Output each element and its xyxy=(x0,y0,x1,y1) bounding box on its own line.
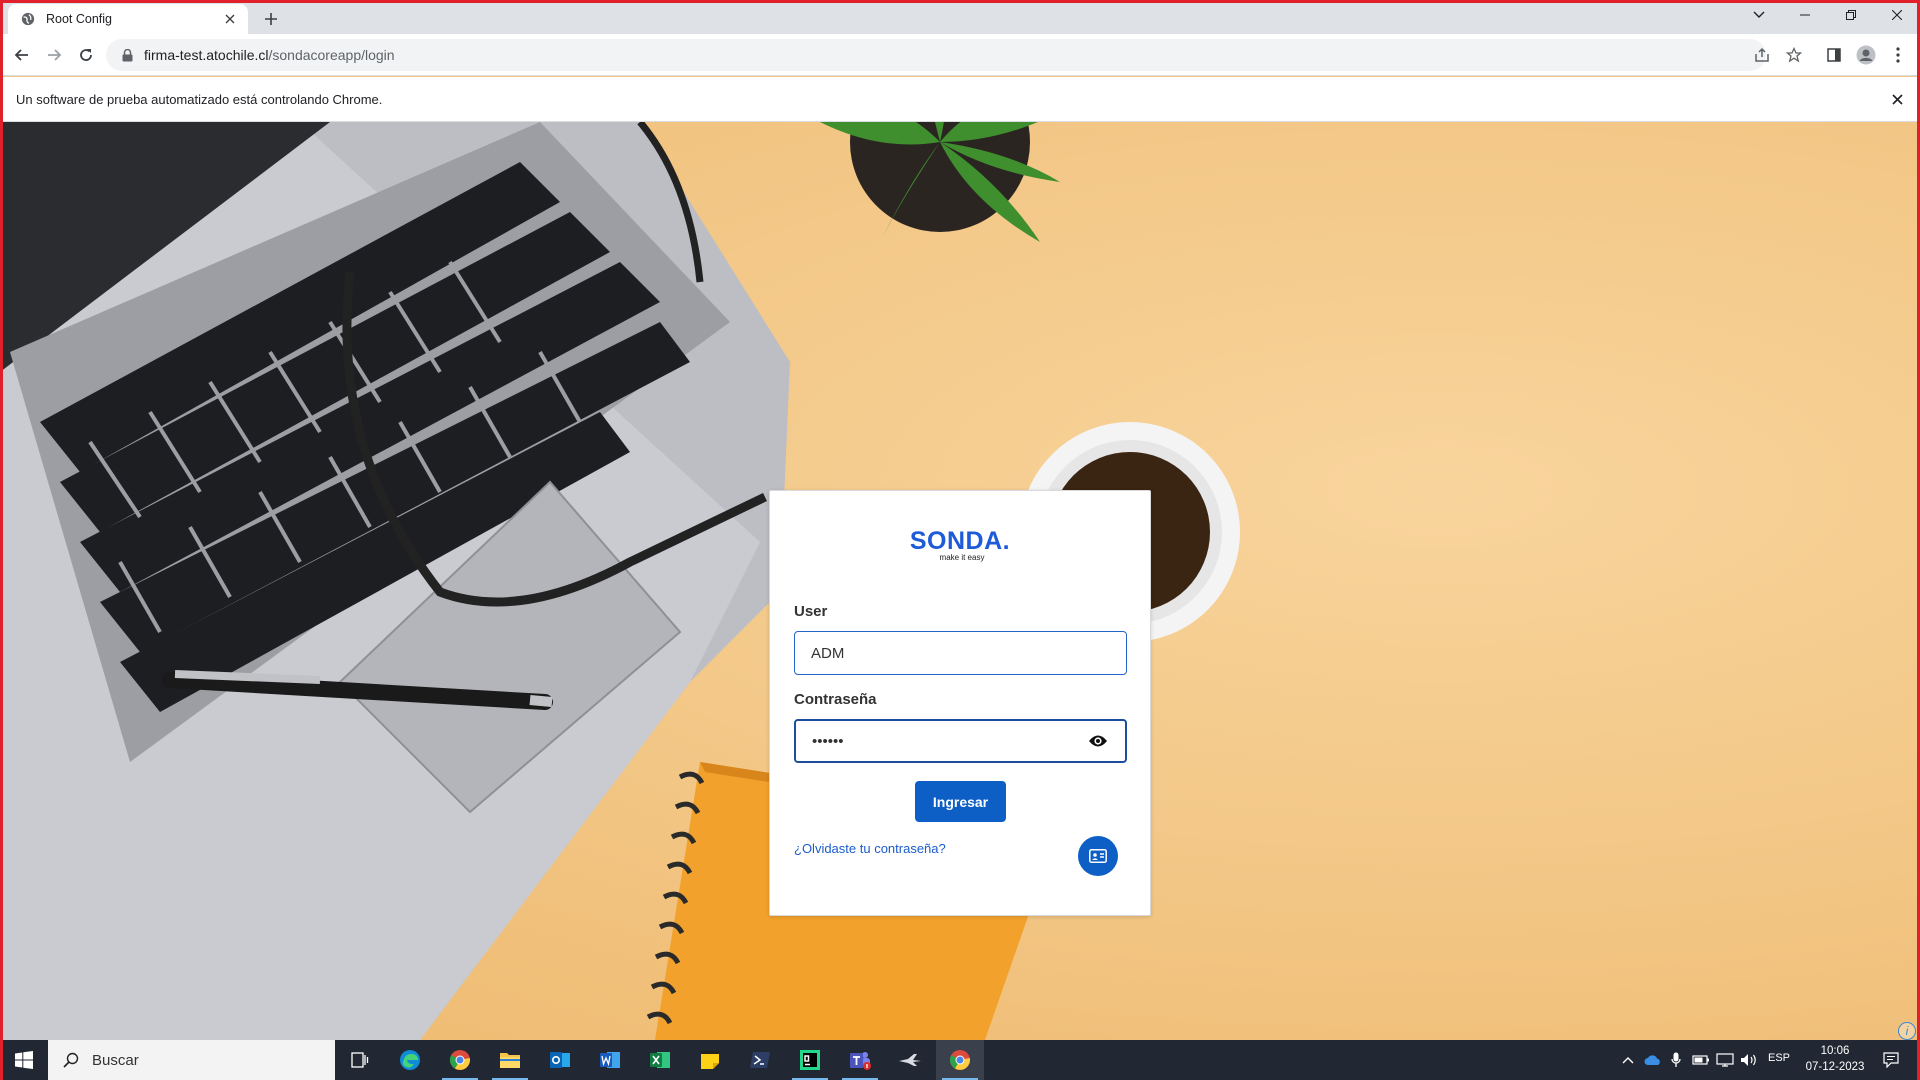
show-hidden-icons-chevron[interactable] xyxy=(1618,1040,1638,1080)
profile-avatar-icon[interactable] xyxy=(1854,43,1878,67)
sonda-logo: SONDA. make it easy xyxy=(770,527,1150,562)
new-tab-button[interactable] xyxy=(258,6,284,32)
edge-browser-icon[interactable] xyxy=(386,1040,434,1080)
search-icon xyxy=(62,1051,80,1069)
forgot-password-link[interactable]: ¿Olvidaste tu contraseña? xyxy=(794,841,946,856)
clock[interactable]: 10:06 07-12-2023 xyxy=(1800,1043,1870,1075)
language-indicator[interactable]: ESP xyxy=(1768,1052,1790,1064)
login-page-background: SONDA. make it easy User Contraseña Ingr… xyxy=(0,122,1920,1040)
close-tab-icon[interactable] xyxy=(222,11,238,27)
share-icon[interactable] xyxy=(1750,43,1774,67)
windows-start-button[interactable] xyxy=(0,1040,48,1080)
password-label: Contraseña xyxy=(794,691,877,708)
search-placeholder: Buscar xyxy=(92,1051,139,1069)
lock-icon[interactable] xyxy=(120,48,134,62)
chrome-active-window-icon[interactable] xyxy=(936,1040,984,1080)
microphone-icon[interactable] xyxy=(1666,1040,1686,1080)
address-bar[interactable]: firma-test.atochile.cl/sondacoreapp/logi… xyxy=(106,39,1766,71)
globe-icon xyxy=(20,11,36,27)
tab-root-config[interactable]: Root Config xyxy=(8,4,248,34)
word-icon[interactable] xyxy=(586,1040,634,1080)
notifications-icon[interactable] xyxy=(1876,1040,1906,1080)
back-button[interactable] xyxy=(8,41,36,69)
login-card: SONDA. make it easy User Contraseña Ingr… xyxy=(769,490,1151,916)
infobar-message: Un software de prueba automatizado está … xyxy=(16,91,383,107)
browser-toolbar: firma-test.atochile.cl/sondacoreapp/logi… xyxy=(0,34,1920,76)
brand-name: SONDA. xyxy=(909,527,1011,555)
network-icon[interactable] xyxy=(1714,1040,1736,1080)
side-panel-icon[interactable] xyxy=(1822,43,1846,67)
password-input[interactable] xyxy=(812,732,1087,750)
forward-button[interactable] xyxy=(40,41,68,69)
sticky-notes-icon[interactable] xyxy=(686,1040,734,1080)
menu-kebab-icon[interactable] xyxy=(1886,43,1910,67)
id-card-icon xyxy=(1089,849,1107,863)
url-path: /sondacoreapp/login xyxy=(268,47,395,63)
teams-icon[interactable] xyxy=(836,1040,884,1080)
windows-logo-icon xyxy=(15,1051,33,1069)
info-icon[interactable]: i xyxy=(1898,1022,1916,1040)
show-password-eye-icon[interactable] xyxy=(1087,730,1109,752)
pycharm-icon[interactable] xyxy=(786,1040,834,1080)
minimize-button[interactable] xyxy=(1782,0,1828,30)
chrome-icon[interactable] xyxy=(436,1040,484,1080)
powershell-icon[interactable] xyxy=(736,1040,784,1080)
user-input[interactable] xyxy=(811,644,1110,662)
taskbar-search-box[interactable]: Buscar xyxy=(48,1040,335,1080)
windows-taskbar: Buscar ESP 10:06 07-12-2023 xyxy=(0,1040,1920,1080)
tab-title: Root Config xyxy=(46,12,113,26)
clock-date: 07-12-2023 xyxy=(1805,1061,1865,1073)
battery-icon[interactable] xyxy=(1690,1040,1712,1080)
tab-strip: Root Config xyxy=(0,0,1920,34)
ingresar-button[interactable]: Ingresar xyxy=(915,781,1006,822)
outlook-icon[interactable] xyxy=(536,1040,584,1080)
restore-button[interactable] xyxy=(1828,0,1874,30)
reload-button[interactable] xyxy=(72,41,100,69)
file-explorer-icon[interactable] xyxy=(486,1040,534,1080)
bookmark-star-icon[interactable] xyxy=(1782,43,1806,67)
close-window-button[interactable] xyxy=(1874,0,1920,30)
brand-tagline: make it easy xyxy=(939,553,985,562)
automation-infobar: Un software de prueba automatizado está … xyxy=(0,77,1920,122)
user-label: User xyxy=(794,603,828,620)
password-field[interactable] xyxy=(794,719,1127,763)
user-field[interactable] xyxy=(794,631,1127,675)
id-card-login-button[interactable] xyxy=(1078,836,1118,876)
clock-time: 10:06 xyxy=(1820,1045,1850,1057)
plane-app-icon[interactable] xyxy=(886,1040,934,1080)
excel-icon[interactable] xyxy=(636,1040,684,1080)
url-domain: firma-test.atochile.cl xyxy=(144,47,269,63)
tab-search-icon[interactable] xyxy=(1736,0,1782,30)
onedrive-cloud-icon[interactable] xyxy=(1642,1040,1664,1080)
close-infobar-icon[interactable] xyxy=(1888,90,1906,108)
volume-icon[interactable] xyxy=(1738,1040,1760,1080)
task-view-icon[interactable] xyxy=(336,1040,384,1080)
